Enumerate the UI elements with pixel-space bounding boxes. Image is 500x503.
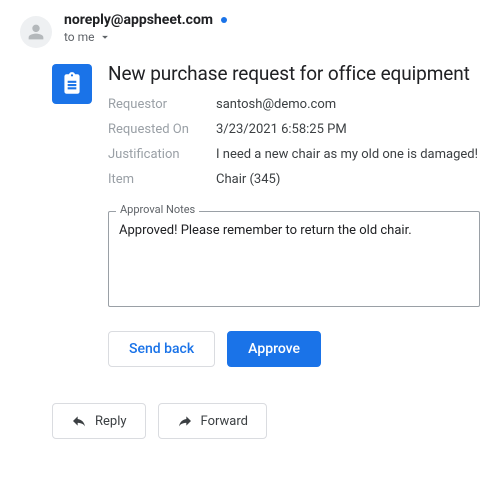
reply-label: Reply xyxy=(95,414,127,429)
recipient-label: to me xyxy=(64,30,95,44)
forward-icon xyxy=(177,413,193,429)
approve-button[interactable]: Approve xyxy=(227,331,321,367)
sender-avatar xyxy=(20,16,52,48)
sender-address: noreply@appsheet.com xyxy=(64,12,213,28)
field-label-item: Item xyxy=(108,172,216,187)
recipient-dropdown[interactable]: to me xyxy=(64,30,480,44)
notes-legend: Approval Notes xyxy=(116,203,199,216)
field-value-requestor: santosh@demo.com xyxy=(216,97,480,112)
clipboard-icon xyxy=(52,64,92,104)
field-value-justification: I need a new chair as my old one is dama… xyxy=(216,147,480,162)
forward-button[interactable]: Forward xyxy=(158,403,267,439)
reply-button[interactable]: Reply xyxy=(52,403,146,439)
field-value-requested-on: 3/23/2021 6:58:25 PM xyxy=(216,122,480,137)
chevron-down-icon xyxy=(98,30,112,44)
forward-label: Forward xyxy=(201,414,248,429)
reply-icon xyxy=(71,413,87,429)
approval-notes-input[interactable] xyxy=(108,211,480,307)
field-label-justification: Justification xyxy=(108,147,216,162)
send-back-button[interactable]: Send back xyxy=(108,331,215,367)
field-value-item: Chair (345) xyxy=(216,172,480,187)
field-label-requested-on: Requested On xyxy=(108,122,216,137)
card-title: New purchase request for office equipmen… xyxy=(108,62,480,85)
unread-indicator-icon xyxy=(221,17,227,23)
field-label-requestor: Requestor xyxy=(108,97,216,112)
